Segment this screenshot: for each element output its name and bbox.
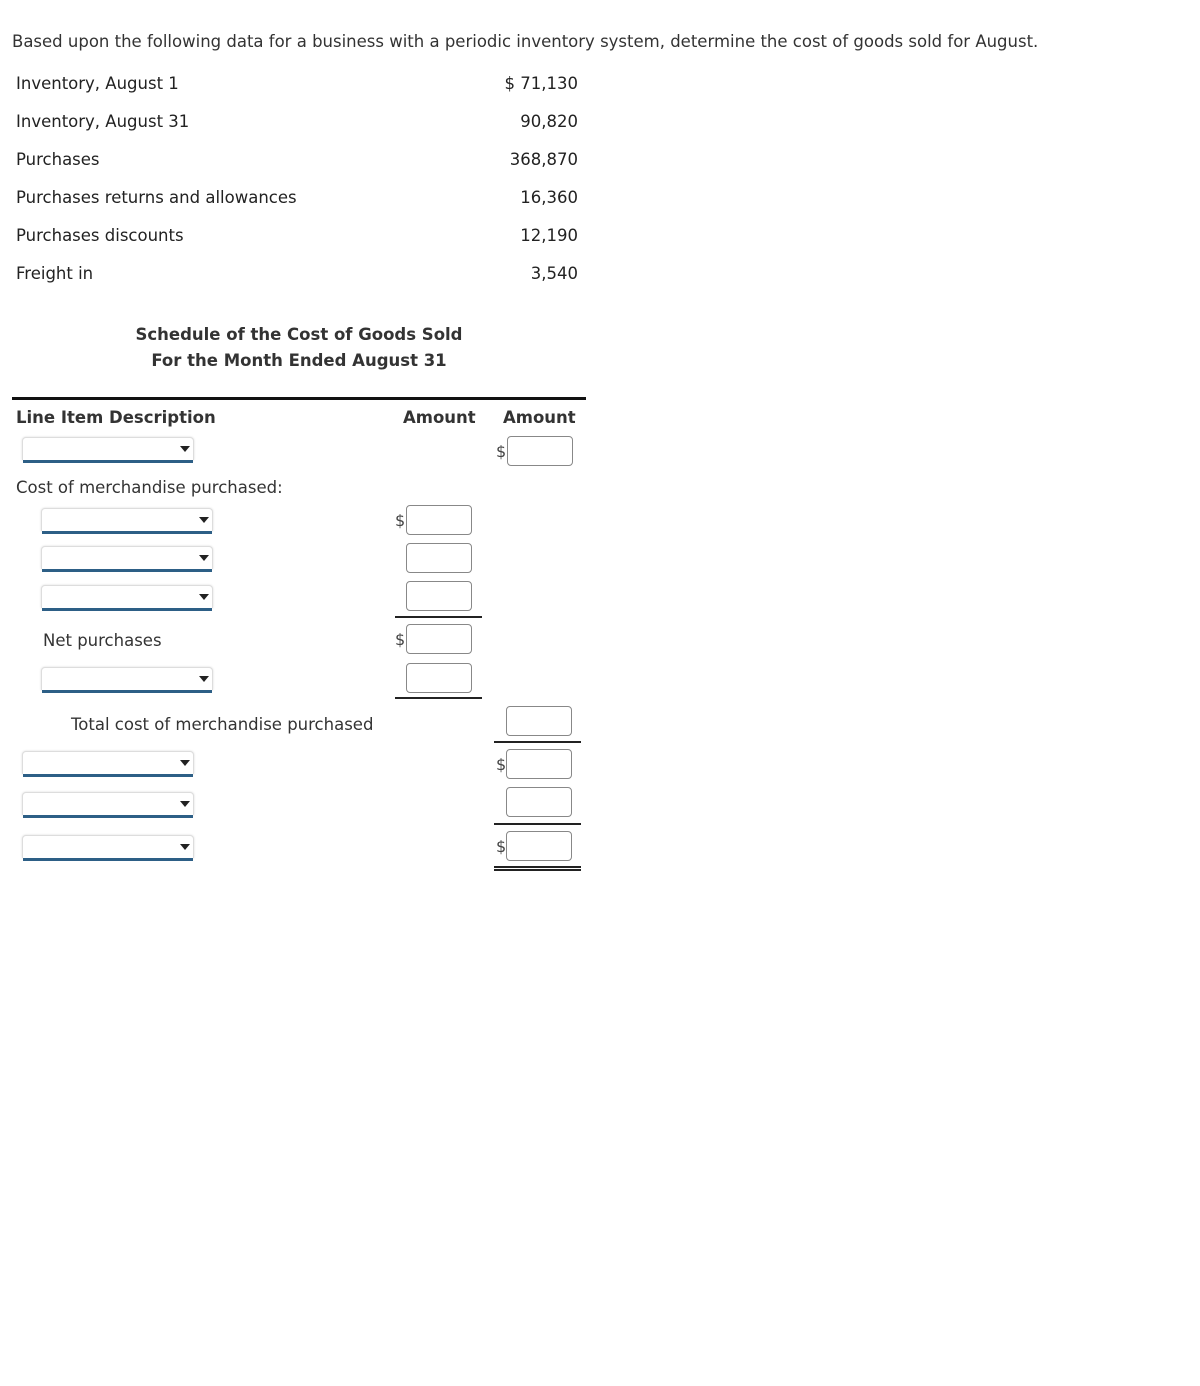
given-label: Inventory, August 31 [16, 112, 190, 131]
given-label: Purchases [16, 150, 100, 169]
given-value: 12,190 [520, 226, 578, 245]
amount1-input-1[interactable] [406, 505, 472, 535]
dollar-sign: $ [395, 511, 406, 530]
chevron-down-icon [199, 594, 209, 600]
given-label: Freight in [16, 264, 94, 283]
schedule-title: Schedule of the Cost of Goods Sold [135, 325, 463, 344]
amount2-input-4[interactable] [506, 787, 572, 817]
subtotal-rule [494, 823, 581, 825]
dollar-sign: $ [395, 630, 406, 649]
chevron-down-icon [180, 446, 190, 452]
given-value: 3,540 [530, 264, 578, 283]
total-double-rule [494, 866, 581, 871]
dollar-sign: $ [496, 837, 507, 856]
total-cost-label: Total cost of merchandise purchased [71, 715, 374, 734]
header-amount-2: Amount [503, 408, 576, 427]
line-item-select-6[interactable] [22, 751, 194, 777]
dollar-sign: $ [496, 442, 507, 461]
given-value: 16,360 [520, 188, 578, 207]
given-value: $ 71,130 [504, 74, 578, 93]
header-amount-1: Amount [403, 408, 476, 427]
amount1-input-5[interactable] [406, 663, 472, 693]
subtotal-rule [494, 741, 581, 743]
chevron-down-icon [180, 760, 190, 766]
chevron-down-icon [199, 676, 209, 682]
line-item-select-4[interactable] [41, 585, 213, 611]
header-line-item-description: Line Item Description [16, 408, 216, 427]
amount2-input-1[interactable] [507, 436, 573, 466]
line-item-select-7[interactable] [22, 792, 194, 818]
table-top-rule [12, 397, 586, 400]
line-item-select-3[interactable] [41, 546, 213, 572]
chevron-down-icon [199, 555, 209, 561]
line-item-select-5[interactable] [41, 667, 213, 693]
amount2-input-3[interactable] [506, 749, 572, 779]
given-label: Purchases discounts [16, 226, 184, 245]
subtotal-rule [395, 616, 482, 618]
amount1-input-3[interactable] [406, 581, 472, 611]
net-purchases-label: Net purchases [43, 631, 162, 650]
chevron-down-icon [180, 844, 190, 850]
given-value: 90,820 [520, 112, 578, 131]
chevron-down-icon [199, 517, 209, 523]
chevron-down-icon [180, 801, 190, 807]
given-label: Purchases returns and allowances [16, 188, 297, 207]
question-text: Based upon the following data for a busi… [12, 32, 1039, 51]
given-value: 368,870 [509, 150, 578, 169]
amount1-input-2[interactable] [406, 543, 472, 573]
amount2-input-5[interactable] [506, 831, 572, 861]
dollar-sign: $ [496, 755, 507, 774]
line-item-select-8[interactable] [22, 835, 194, 861]
amount2-input-2[interactable] [506, 706, 572, 736]
given-label: Inventory, August 1 [16, 74, 179, 93]
subtotal-rule [395, 697, 482, 699]
line-item-select-1[interactable] [22, 437, 194, 463]
schedule-subtitle: For the Month Ended August 31 [151, 351, 447, 370]
cost-of-merchandise-label: Cost of merchandise purchased: [16, 478, 283, 497]
line-item-select-2[interactable] [41, 508, 213, 534]
amount1-input-4[interactable] [406, 624, 472, 654]
